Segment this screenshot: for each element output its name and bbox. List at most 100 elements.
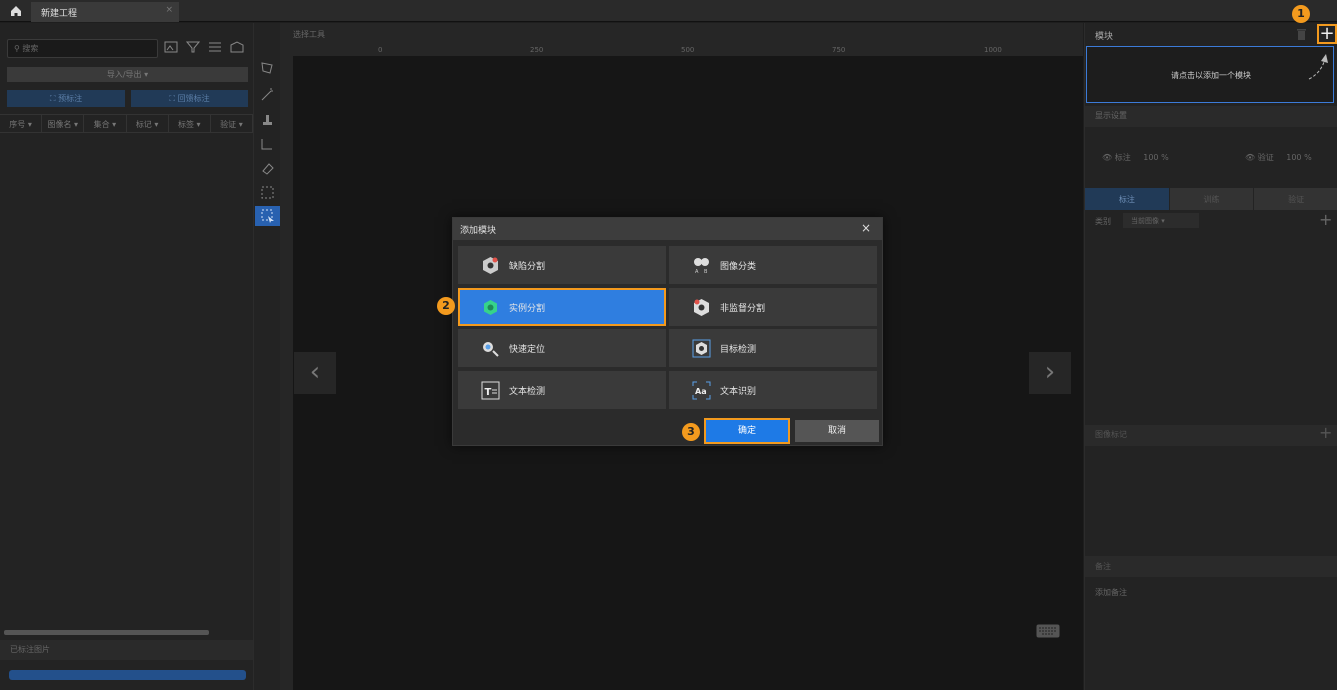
module-label: 目标检测	[720, 344, 757, 355]
stamp-tool-icon[interactable]	[260, 112, 275, 127]
module-placeholder[interactable]: 请点击以添加一个模块	[1086, 46, 1334, 103]
add-notes-field[interactable]: 添加备注	[1095, 587, 1127, 598]
tab-verify[interactable]: 验证	[1254, 188, 1337, 210]
select-tool-button[interactable]	[255, 206, 280, 226]
search-placeholder: 搜索	[22, 44, 39, 53]
unsupervised-segmentation-icon	[694, 298, 709, 316]
image-tags-section[interactable]: 图像标记	[1085, 425, 1337, 446]
instance-segmentation-icon	[484, 299, 497, 315]
next-image-button[interactable]: ›	[1029, 352, 1071, 394]
label-visibility-label: 标注	[1114, 153, 1131, 162]
eye-icon: 👁	[1245, 153, 1258, 162]
label-visibility-row[interactable]: 👁 标注 100 %	[1102, 152, 1169, 163]
fast-positioning-icon	[483, 341, 499, 357]
trash-icon[interactable]	[1296, 28, 1307, 40]
text-recognition-icon: Aa	[692, 381, 711, 399]
image-list-panel: ⚲ 搜索 导入/导出 ▾ ⛶ 预标注 ⛶ 回馈标注 序号 ▾ 图像名 ▾ 集合 …	[0, 23, 254, 690]
horizontal-scrollbar[interactable]	[4, 630, 209, 635]
magic-wand-icon[interactable]	[260, 87, 275, 102]
category-value: 当前图像	[1131, 217, 1159, 225]
module-label: 快速定位	[509, 344, 546, 355]
review-label-button[interactable]: ⛶ 回馈标注	[131, 90, 248, 107]
module-option-image-classification[interactable]: AB 图像分类	[669, 246, 877, 284]
select-cursor-icon	[261, 209, 274, 223]
ruler-tick: 1000	[984, 46, 1002, 54]
modules-title: 模块	[1095, 32, 1114, 42]
module-option-defect-segmentation[interactable]: 缺陷分割	[458, 246, 666, 284]
tab-label[interactable]: 标注	[1085, 188, 1169, 210]
annotation-toolbar	[253, 23, 280, 690]
module-option-unsupervised-segmentation[interactable]: 非监督分割	[669, 288, 877, 326]
dashed-arrow-icon	[1308, 54, 1328, 80]
chevron-down-icon: ▾	[1161, 217, 1165, 225]
add-image-icon[interactable]	[164, 40, 178, 54]
dialog-close-button[interactable]: ×	[861, 221, 871, 235]
image-folder-icon[interactable]	[230, 40, 244, 54]
image-classification-icon: AB	[694, 257, 709, 275]
eraser-icon[interactable]	[260, 161, 275, 176]
home-icon[interactable]	[9, 4, 23, 18]
tab-train[interactable]: 训练	[1169, 188, 1254, 210]
rect-select-icon[interactable]	[260, 185, 275, 200]
image-table-header: 序号 ▾ 图像名 ▾ 集合 ▾ 标记 ▾ 标签 ▾ 验证 ▾	[0, 114, 254, 133]
module-option-instance-segmentation[interactable]: 实例分割	[458, 288, 666, 326]
column-image-name[interactable]: 图像名 ▾	[42, 115, 85, 132]
dialog-title: 添加模块	[460, 226, 497, 236]
confirm-button[interactable]: 确定	[704, 418, 790, 444]
column-mark[interactable]: 标记 ▾	[127, 115, 169, 132]
pre-label-button[interactable]: ⛶ 预标注	[7, 90, 125, 107]
notes-section: 备注	[1085, 556, 1337, 577]
keyboard-icon[interactable]	[1036, 624, 1060, 638]
import-export-button[interactable]: 导入/导出 ▾	[7, 67, 248, 82]
polygon-tool-icon[interactable]	[260, 61, 275, 76]
add-module-dialog: 添加模块 × 缺陷分割 AB 图像分类 实例分割 非监督分割 快速定位 目标检测…	[452, 217, 883, 446]
module-option-text-detection[interactable]: T 文本检测	[458, 371, 666, 409]
verify-visibility-label: 验证	[1257, 153, 1274, 162]
category-label: 类别	[1095, 217, 1111, 226]
labeled-images-section[interactable]: 已标注图片	[0, 640, 253, 660]
module-option-object-detection[interactable]: 目标检测	[669, 329, 877, 367]
panel-tabs: 标注 训练 验证	[1085, 188, 1337, 210]
column-verify[interactable]: 验证 ▾	[211, 115, 254, 132]
object-detection-icon	[692, 339, 711, 357]
column-index[interactable]: 序号 ▾	[0, 115, 43, 132]
progress-bar	[9, 670, 246, 680]
module-label: 非监督分割	[720, 303, 766, 314]
ruler-tool-icon[interactable]	[260, 137, 275, 152]
module-option-fast-positioning[interactable]: 快速定位	[458, 329, 666, 367]
svg-text:B: B	[704, 269, 708, 275]
selection-tool-label: 选择工具	[293, 30, 325, 39]
cancel-button[interactable]: 取消	[795, 420, 879, 442]
review-label-text: 回馈标注	[177, 94, 210, 103]
search-input[interactable]: ⚲ 搜索	[7, 39, 158, 58]
list-icon[interactable]	[208, 40, 222, 54]
column-set[interactable]: 集合 ▾	[84, 115, 127, 132]
ruler-tick: 750	[832, 46, 846, 54]
ruler-tick: 0	[378, 46, 383, 54]
svg-text:Aa: Aa	[695, 387, 707, 396]
display-settings-section[interactable]: 显示设置	[1085, 106, 1337, 127]
module-option-text-recognition[interactable]: Aa 文本识别	[669, 371, 877, 409]
ruler-tick: 250	[530, 46, 544, 54]
project-tab-label: 新建工程	[41, 9, 78, 19]
filter-icon[interactable]	[186, 40, 200, 54]
module-hint-text: 请点击以添加一个模块	[1171, 71, 1251, 80]
project-tab[interactable]: 新建工程 ×	[31, 2, 179, 22]
add-module-button[interactable]: +	[1317, 24, 1337, 44]
top-ruler: 选择工具 0 250 500 750 1000	[280, 23, 1083, 56]
left-ruler	[280, 56, 293, 690]
step-marker-3: 3	[682, 423, 700, 441]
previous-image-button[interactable]: ‹	[294, 352, 336, 394]
column-tag[interactable]: 标签 ▾	[169, 115, 211, 132]
ruler-tick: 500	[681, 46, 695, 54]
add-category-button[interactable]: +	[1319, 210, 1332, 229]
pre-label-text: 预标注	[58, 94, 83, 103]
eye-icon: 👁	[1102, 153, 1115, 162]
add-tag-button[interactable]: +	[1319, 423, 1332, 442]
verify-visibility-value: 100 %	[1286, 153, 1312, 162]
verify-visibility-row[interactable]: 👁 验证 100 %	[1245, 152, 1312, 163]
category-select[interactable]: 当前图像 ▾	[1123, 213, 1199, 228]
module-panel: 模块 + 请点击以添加一个模块 显示设置 👁 标注 100 % 👁 验证 100…	[1084, 23, 1337, 690]
close-tab-icon[interactable]: ×	[165, 5, 173, 15]
module-label: 实例分割	[509, 303, 546, 314]
